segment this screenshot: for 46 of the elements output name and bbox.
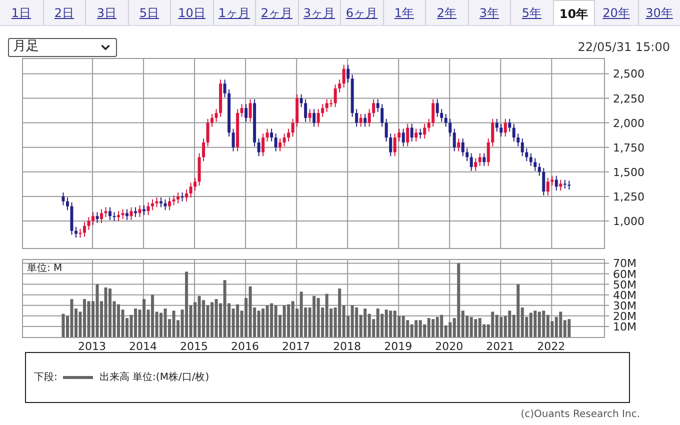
tab[interactable]: 2ヶ月 <box>260 4 293 22</box>
axis-label: 1,250 <box>613 190 644 204</box>
tab[interactable]: 20年 <box>602 4 630 22</box>
tab[interactable]: 3年 <box>479 4 500 22</box>
axis-label: 50M <box>613 278 636 292</box>
axis-label: 1,000 <box>613 215 644 228</box>
tab[interactable]: 2年 <box>436 4 457 22</box>
axis-label: 2020 <box>435 340 464 353</box>
tab[interactable]: 6ヶ月 <box>346 4 378 22</box>
copyright: (c)Ouants Research Inc. <box>520 408 640 422</box>
axis-label: 2016 <box>231 340 260 353</box>
axis-label: 2021 <box>486 340 514 353</box>
axis-label: 2,250 <box>613 92 644 106</box>
timestamp: 22/05/31 15:00 <box>578 39 670 56</box>
axis-label: 10M <box>613 320 636 334</box>
tab[interactable]: 3ヶ月 <box>303 4 336 22</box>
tab[interactable]: 1年 <box>394 4 414 22</box>
axis-label: 2,500 <box>613 68 644 81</box>
axis-label: 2019 <box>384 340 412 353</box>
legend-label: 下段: <box>34 371 58 385</box>
tab[interactable]: 2日 <box>54 4 74 22</box>
axis-label: 2015 <box>180 340 208 353</box>
axis-label: 30M <box>613 299 636 312</box>
tab[interactable]: 5日 <box>139 4 160 22</box>
axis-label: 40M <box>613 288 636 302</box>
axis-label: 2022 <box>537 340 566 353</box>
axis-label: 70M <box>613 259 636 270</box>
axis-label: 1,500 <box>613 166 644 179</box>
tab[interactable]: 1ヶ月 <box>218 4 250 22</box>
tab[interactable]: 10年 <box>552 0 595 25</box>
tab[interactable]: 1日 <box>11 4 32 22</box>
unit-label: 単位: M <box>27 263 62 274</box>
tab[interactable]: 10日 <box>178 4 206 22</box>
axis-label: 2018 <box>333 340 362 353</box>
axis-label: 60M <box>613 268 636 281</box>
axis-label: 2014 <box>129 340 157 353</box>
legend-text: 出来高 単位:(M株/口/枚) <box>99 370 210 385</box>
axis-label: 1,750 <box>613 141 644 154</box>
axis-label: 2013 <box>78 340 106 353</box>
axis-label: 2,000 <box>613 116 644 130</box>
tab[interactable]: 3日 <box>96 4 117 22</box>
period-dropdown[interactable]: 月足 <box>8 38 117 56</box>
axis-label: 2017 <box>282 340 310 353</box>
axis-label: 20M <box>613 310 636 323</box>
tab[interactable]: 30年 <box>646 4 673 22</box>
tab[interactable]: 5年 <box>522 4 542 22</box>
